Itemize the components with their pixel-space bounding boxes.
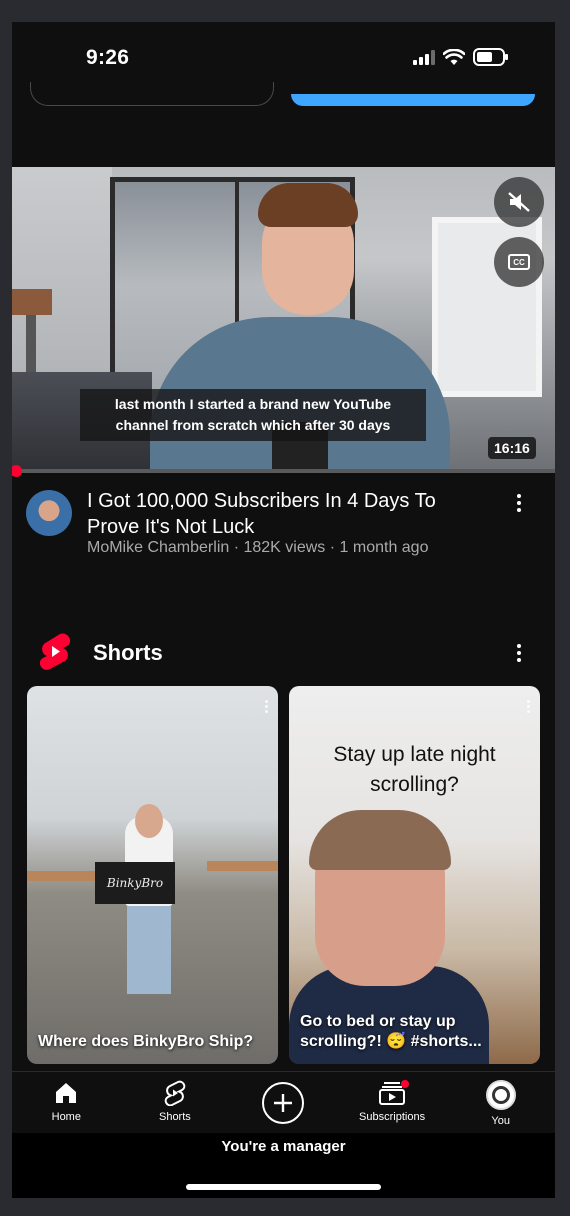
short-title: Go to bed or stay up scrolling?! 😴 #shor… <box>300 1013 482 1050</box>
short-title: Where does BinkyBro Ship? <box>38 1033 254 1050</box>
bottom-nav: Home Shorts Subscriptions You <box>12 1071 555 1133</box>
wifi-icon <box>443 48 465 65</box>
manager-banner: You're a manager <box>12 1133 555 1198</box>
battery-icon <box>473 48 508 66</box>
nav-shorts[interactable]: Shorts <box>121 1072 230 1133</box>
cellular-signal-icon <box>413 49 435 65</box>
closed-captions-button[interactable]: CC <box>494 237 544 287</box>
more-vert-icon[interactable] <box>527 700 530 713</box>
video-duration: 16:16 <box>488 437 536 459</box>
short-card[interactable]: Stay up late night scrolling? Go to bed … <box>289 686 540 1064</box>
shorts-section-title: Shorts <box>93 640 163 665</box>
home-icon <box>54 1080 78 1106</box>
caption-line: last month I started a brand new YouTube <box>114 396 392 412</box>
nav-label: You <box>491 1115 510 1127</box>
manager-text: You're a manager <box>221 1138 346 1155</box>
short-overlay-text: Stay up late night scrolling? <box>333 743 496 796</box>
video-meta: MoMike Chamberlin · 182K views · 1 month… <box>87 539 429 556</box>
more-vert-icon[interactable] <box>265 700 268 713</box>
status-icons <box>413 48 509 66</box>
video-progress-bar[interactable] <box>12 469 555 473</box>
shorts-logo-icon <box>39 633 71 670</box>
short-thumbnail-person <box>127 904 171 994</box>
nav-create[interactable] <box>229 1072 338 1133</box>
video-caption: last month I started a brand new YouTube… <box>80 389 426 441</box>
status-time: 9:26 <box>86 46 130 69</box>
video-frame-lamp <box>12 289 52 315</box>
create-icon <box>262 1082 305 1124</box>
video-progress-handle[interactable] <box>12 465 22 477</box>
nav-you[interactable]: You <box>446 1072 555 1133</box>
nav-subscriptions[interactable]: Subscriptions <box>338 1072 447 1133</box>
nav-label: Shorts <box>158 1111 191 1123</box>
video-title[interactable]: I Got 100,000 Subscribers In 4 Days To P… <box>87 488 487 540</box>
avatar-icon <box>485 1080 516 1110</box>
subscriptions-icon <box>379 1080 410 1106</box>
more-vert-icon[interactable] <box>509 639 529 667</box>
nav-home[interactable]: Home <box>12 1072 121 1133</box>
mute-icon <box>508 192 530 212</box>
filter-chip[interactable] <box>30 82 274 106</box>
binkybro-sign: BinkyBro <box>95 862 175 904</box>
shorts-icon <box>164 1080 186 1106</box>
home-indicator[interactable] <box>186 1184 381 1190</box>
more-vert-icon[interactable] <box>509 489 529 517</box>
nav-label: Home <box>51 1111 81 1123</box>
notification-dot <box>401 1080 410 1088</box>
caption-line: channel from scratch which after 30 days <box>115 417 391 433</box>
video-player[interactable]: CC last month I started a brand new YouT… <box>12 167 555 473</box>
short-card[interactable]: BinkyBro Where does BinkyBro Ship? <box>27 686 278 1064</box>
mute-button[interactable] <box>494 177 544 227</box>
channel-avatar[interactable] <box>26 490 72 536</box>
nav-label: Subscriptions <box>359 1111 426 1123</box>
phone-screen: 9:26 CC last month I started a brand new… <box>12 22 555 1198</box>
closed-captions-icon: CC <box>508 254 530 270</box>
filter-chip-active[interactable] <box>291 94 535 106</box>
